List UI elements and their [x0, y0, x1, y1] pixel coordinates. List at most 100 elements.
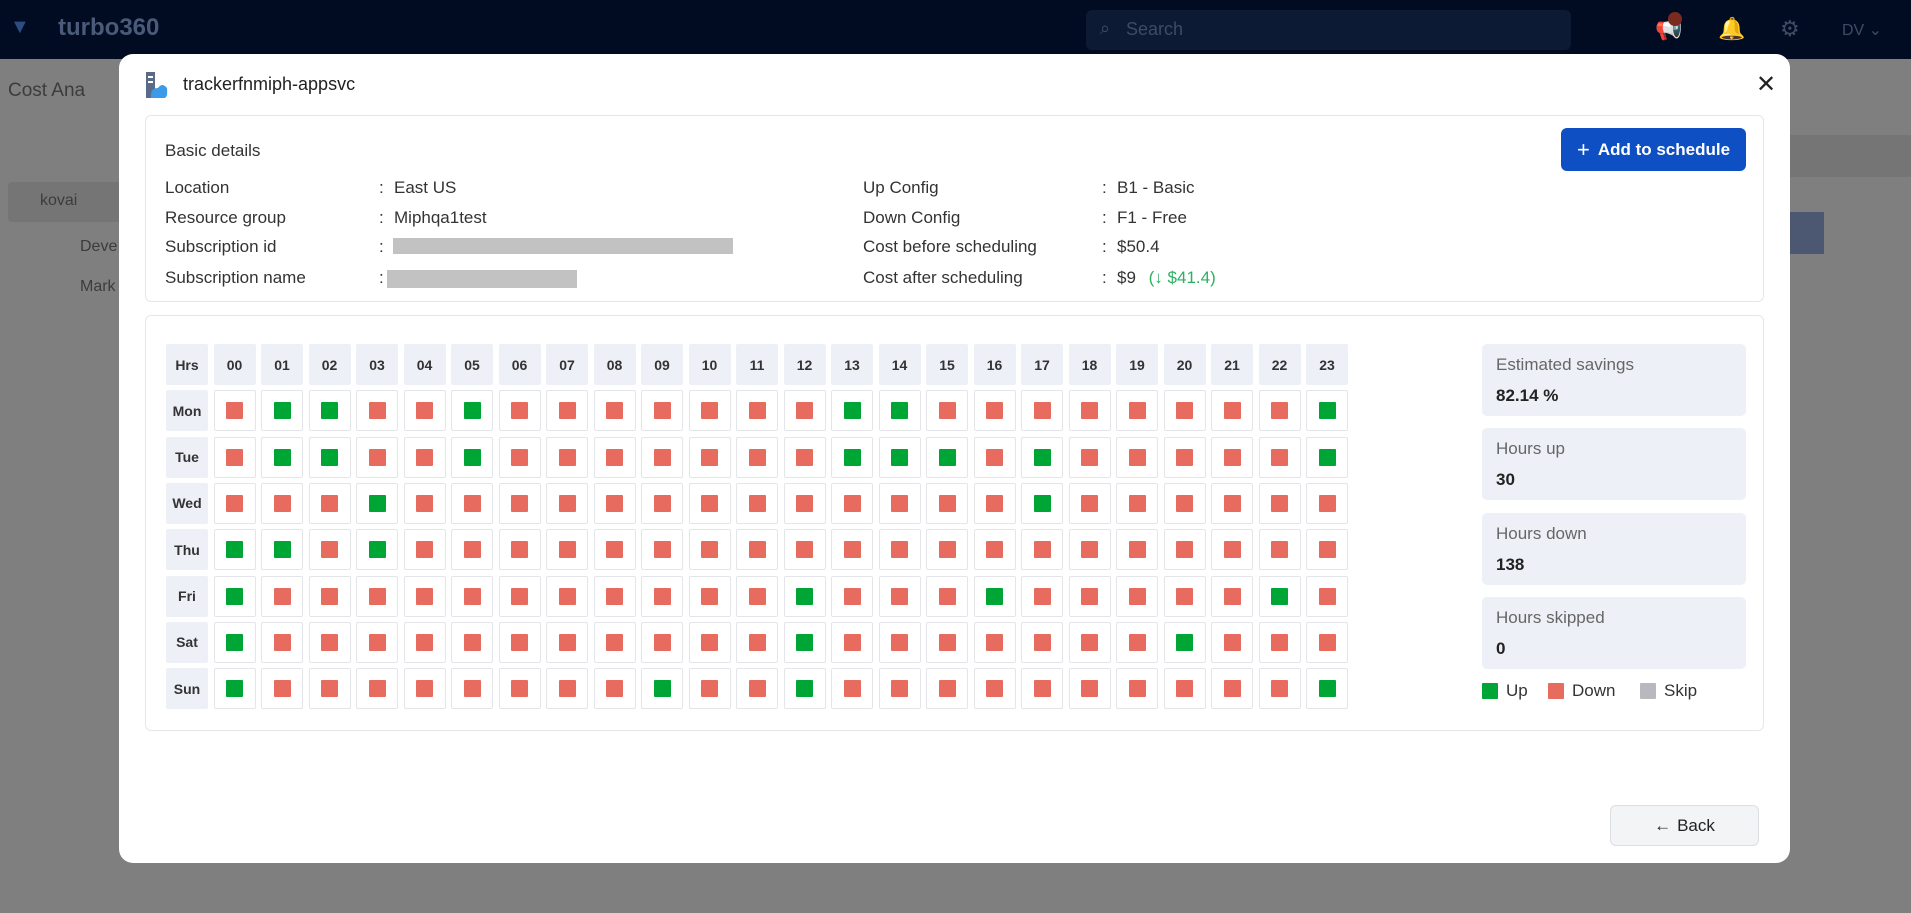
schedule-cell-tue-17[interactable]: [1021, 436, 1063, 478]
schedule-cell-sat-23[interactable]: [1306, 621, 1348, 663]
schedule-cell-thu-00[interactable]: [213, 529, 256, 571]
schedule-cell-wed-18[interactable]: [1068, 482, 1111, 524]
schedule-cell-tue-14[interactable]: [878, 436, 921, 478]
schedule-cell-thu-01[interactable]: [261, 529, 303, 571]
schedule-cell-tue-10[interactable]: [688, 436, 731, 478]
schedule-cell-tue-07[interactable]: [546, 436, 588, 478]
schedule-cell-thu-17[interactable]: [1021, 529, 1063, 571]
schedule-cell-wed-20[interactable]: [1163, 482, 1206, 524]
schedule-cell-sun-02[interactable]: [308, 668, 351, 710]
schedule-cell-sun-01[interactable]: [261, 668, 303, 710]
schedule-cell-fri-15[interactable]: [926, 575, 968, 617]
schedule-cell-mon-11[interactable]: [736, 390, 778, 432]
schedule-cell-sun-16[interactable]: [973, 668, 1016, 710]
schedule-cell-fri-05[interactable]: [451, 575, 493, 617]
schedule-cell-thu-15[interactable]: [926, 529, 968, 571]
schedule-cell-fri-04[interactable]: [403, 575, 446, 617]
schedule-cell-mon-03[interactable]: [356, 390, 398, 432]
schedule-cell-tue-00[interactable]: [213, 436, 256, 478]
schedule-cell-sun-04[interactable]: [403, 668, 446, 710]
schedule-cell-sun-06[interactable]: [498, 668, 541, 710]
schedule-cell-wed-04[interactable]: [403, 482, 446, 524]
schedule-cell-fri-18[interactable]: [1068, 575, 1111, 617]
schedule-cell-mon-01[interactable]: [261, 390, 303, 432]
schedule-cell-thu-18[interactable]: [1068, 529, 1111, 571]
schedule-cell-thu-12[interactable]: [783, 529, 826, 571]
schedule-cell-sat-09[interactable]: [641, 621, 683, 663]
schedule-cell-tue-21[interactable]: [1211, 436, 1253, 478]
schedule-cell-fri-20[interactable]: [1163, 575, 1206, 617]
schedule-cell-sat-17[interactable]: [1021, 621, 1063, 663]
schedule-cell-sat-11[interactable]: [736, 621, 778, 663]
schedule-cell-sat-14[interactable]: [878, 621, 921, 663]
schedule-cell-mon-05[interactable]: [451, 390, 493, 432]
schedule-cell-thu-08[interactable]: [593, 529, 636, 571]
schedule-cell-sun-12[interactable]: [783, 668, 826, 710]
schedule-cell-wed-01[interactable]: [261, 482, 303, 524]
schedule-cell-fri-13[interactable]: [831, 575, 873, 617]
schedule-cell-sat-19[interactable]: [1116, 621, 1158, 663]
schedule-cell-sun-00[interactable]: [213, 668, 256, 710]
schedule-cell-tue-13[interactable]: [831, 436, 873, 478]
schedule-cell-thu-09[interactable]: [641, 529, 683, 571]
schedule-cell-tue-01[interactable]: [261, 436, 303, 478]
schedule-cell-wed-07[interactable]: [546, 482, 588, 524]
gear-icon[interactable]: ⚙: [1780, 16, 1800, 42]
schedule-cell-sat-12[interactable]: [783, 621, 826, 663]
schedule-cell-thu-20[interactable]: [1163, 529, 1206, 571]
schedule-cell-tue-03[interactable]: [356, 436, 398, 478]
schedule-cell-tue-04[interactable]: [403, 436, 446, 478]
schedule-cell-sat-15[interactable]: [926, 621, 968, 663]
schedule-cell-tue-18[interactable]: [1068, 436, 1111, 478]
schedule-cell-thu-14[interactable]: [878, 529, 921, 571]
schedule-cell-fri-21[interactable]: [1211, 575, 1253, 617]
schedule-cell-wed-11[interactable]: [736, 482, 778, 524]
schedule-cell-fri-06[interactable]: [498, 575, 541, 617]
schedule-cell-sat-04[interactable]: [403, 621, 446, 663]
schedule-cell-tue-12[interactable]: [783, 436, 826, 478]
schedule-cell-wed-23[interactable]: [1306, 482, 1348, 524]
schedule-cell-sun-05[interactable]: [451, 668, 493, 710]
schedule-cell-thu-04[interactable]: [403, 529, 446, 571]
schedule-cell-thu-16[interactable]: [973, 529, 1016, 571]
bell-icon[interactable]: 🔔: [1718, 16, 1745, 42]
schedule-cell-sun-15[interactable]: [926, 668, 968, 710]
schedule-cell-sat-07[interactable]: [546, 621, 588, 663]
schedule-cell-mon-22[interactable]: [1258, 390, 1301, 432]
schedule-cell-mon-10[interactable]: [688, 390, 731, 432]
schedule-cell-sun-03[interactable]: [356, 668, 398, 710]
schedule-cell-fri-16[interactable]: [973, 575, 1016, 617]
schedule-cell-mon-13[interactable]: [831, 390, 873, 432]
schedule-cell-wed-12[interactable]: [783, 482, 826, 524]
schedule-cell-mon-06[interactable]: [498, 390, 541, 432]
schedule-cell-sat-05[interactable]: [451, 621, 493, 663]
schedule-cell-sun-11[interactable]: [736, 668, 778, 710]
schedule-cell-sat-06[interactable]: [498, 621, 541, 663]
schedule-cell-sun-13[interactable]: [831, 668, 873, 710]
schedule-cell-mon-18[interactable]: [1068, 390, 1111, 432]
schedule-cell-mon-17[interactable]: [1021, 390, 1063, 432]
user-menu[interactable]: DV ⌄: [1842, 20, 1882, 40]
search-input[interactable]: ⌕ Search: [1086, 10, 1571, 50]
schedule-cell-wed-16[interactable]: [973, 482, 1016, 524]
schedule-cell-tue-15[interactable]: [926, 436, 968, 478]
schedule-cell-fri-01[interactable]: [261, 575, 303, 617]
schedule-cell-sun-21[interactable]: [1211, 668, 1253, 710]
schedule-cell-fri-03[interactable]: [356, 575, 398, 617]
schedule-cell-sat-00[interactable]: [213, 621, 256, 663]
schedule-cell-sat-03[interactable]: [356, 621, 398, 663]
schedule-cell-tue-22[interactable]: [1258, 436, 1301, 478]
schedule-cell-mon-04[interactable]: [403, 390, 446, 432]
schedule-cell-wed-17[interactable]: [1021, 482, 1063, 524]
schedule-cell-sun-14[interactable]: [878, 668, 921, 710]
schedule-cell-fri-08[interactable]: [593, 575, 636, 617]
schedule-cell-thu-10[interactable]: [688, 529, 731, 571]
schedule-cell-wed-06[interactable]: [498, 482, 541, 524]
schedule-cell-wed-08[interactable]: [593, 482, 636, 524]
schedule-cell-sat-22[interactable]: [1258, 621, 1301, 663]
schedule-cell-thu-03[interactable]: [356, 529, 398, 571]
schedule-cell-wed-22[interactable]: [1258, 482, 1301, 524]
schedule-cell-fri-22[interactable]: [1258, 575, 1301, 617]
schedule-cell-tue-19[interactable]: [1116, 436, 1158, 478]
schedule-cell-mon-16[interactable]: [973, 390, 1016, 432]
